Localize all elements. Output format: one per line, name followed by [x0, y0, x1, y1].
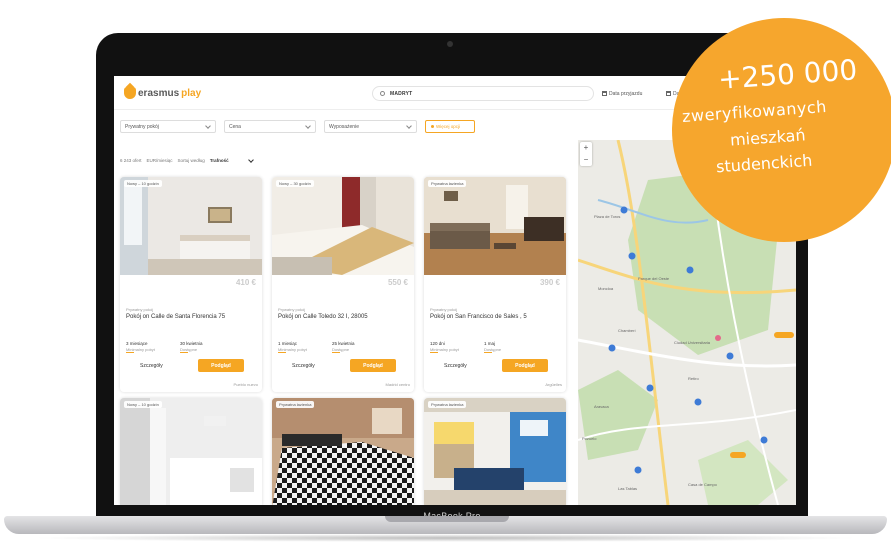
details-button[interactable]: Szczegóły	[292, 363, 315, 369]
results-count: 6 243 ofert	[120, 158, 142, 163]
room-type-select[interactable]: Prywatny pokój	[120, 120, 216, 133]
search-icon	[380, 91, 385, 96]
listing-photo[interactable]: Prywatna łazienka	[424, 177, 566, 275]
available-value: 1 maj	[484, 341, 496, 346]
listing-tag: Nowy – 30 godzin	[276, 180, 314, 187]
listing-card[interactable]: Prywatna łazienka	[272, 398, 414, 505]
map-label: Plaza de Toros	[594, 214, 620, 219]
listing-tag: Prywatna łazienka	[276, 401, 315, 408]
listing-tag: Prywatna łazienka	[428, 401, 467, 408]
more-filters-button[interactable]: Więcej opcji	[425, 120, 475, 133]
preview-button[interactable]: Podgląd	[502, 359, 548, 372]
min-stay-value: 3 miesiące	[126, 341, 148, 346]
listing-photo[interactable]: Prywatna łazienka	[272, 398, 414, 505]
map-label: Parque del Oeste	[638, 276, 670, 281]
listing-card[interactable]: Nowy – 30 godzin 550 € Prywatny pokój Po…	[272, 177, 414, 392]
listing-title[interactable]: Pokój on Calle de Santa Florencia 75	[126, 314, 256, 321]
listing-card[interactable]: Prywatna łazienka	[424, 398, 566, 505]
available-value: 30 kwietnia	[180, 341, 203, 346]
neighbourhood-label: Madrid centro	[385, 382, 410, 387]
logo-text-primary: erasmus	[138, 87, 180, 99]
map-label: Aravaca	[594, 404, 609, 409]
listing-photo[interactable]: Nowy – 30 godzin	[272, 177, 414, 275]
room-type-value: Prywatny pokój	[125, 123, 159, 130]
date-from-field[interactable]: Data przyjazdu	[602, 86, 642, 101]
laptop-shadow	[30, 534, 861, 542]
listing-tag: Nowy – 10 godzin	[124, 401, 162, 408]
promo-badge: +250 000 zweryfikowanych mieszkań studen…	[672, 18, 891, 242]
laptop-base	[4, 516, 887, 534]
map-label: Casa de Campo	[688, 482, 718, 487]
listing-price: 410 €	[235, 278, 256, 287]
logo[interactable]: erasmus play	[124, 87, 201, 99]
filter-icon	[431, 125, 434, 128]
badge-line-students: studenckich	[715, 150, 813, 177]
listing-photo[interactable]: Nowy – 10 godzin	[120, 177, 262, 275]
listing-card[interactable]: Prywatna łazienka 390 € Prywatny pokój P…	[424, 177, 566, 392]
min-stay-value: 1 miesiąc	[278, 341, 298, 346]
badge-line-verified: zweryfikowanych	[681, 96, 828, 127]
stat-underline	[332, 352, 340, 353]
stat-underline	[278, 352, 286, 353]
calendar-icon	[602, 91, 607, 96]
currency-toggle[interactable]: EUR/miesiąc	[147, 158, 173, 163]
listing-title[interactable]: Pokój on Calle Toledo 32 I, 28005	[278, 314, 408, 321]
listing-tag: Nowy – 10 godzin	[124, 180, 162, 187]
more-filters-label: Więcej opcji	[436, 124, 461, 129]
map-label: Ciudad Universitaria	[674, 340, 711, 345]
camera-icon	[447, 41, 453, 47]
sort-select[interactable]: Trafność	[210, 158, 229, 163]
details-button[interactable]: Szczegóły	[444, 363, 467, 369]
sort-label: Sortuj według	[177, 158, 205, 163]
stat-underline	[484, 352, 492, 353]
badge-count: +250 000	[717, 53, 859, 96]
search-value: MADRYT	[390, 90, 413, 97]
listing-type: Prywatny pokój	[278, 307, 306, 312]
neighbourhood-label: Pueblo nuevo	[233, 382, 258, 387]
badge-line-flats: mieszkań	[729, 125, 807, 150]
map-label: Chamberí	[618, 328, 636, 333]
listing-type: Prywatny pokój	[430, 307, 458, 312]
laptop-notch	[385, 516, 509, 522]
chevron-down-icon	[247, 156, 254, 163]
price-select[interactable]: Cena	[224, 120, 316, 133]
details-button[interactable]: Szczegóły	[140, 363, 163, 369]
date-from-label: Data przyjazdu	[609, 90, 643, 97]
map-label: Las Tablas	[618, 486, 637, 491]
chevron-down-icon	[305, 123, 311, 129]
price-value: Cena	[229, 123, 241, 130]
listing-title[interactable]: Pokój on San Francisco de Sales , 5	[430, 314, 560, 321]
stat-underline	[430, 352, 438, 353]
preview-button[interactable]: Podgląd	[350, 359, 396, 372]
stat-underline	[180, 352, 188, 353]
logo-house-icon	[124, 87, 136, 99]
map-zoom-controls[interactable]: + −	[580, 142, 592, 166]
logo-text-accent: play	[181, 87, 202, 99]
listing-type: Prywatny pokój	[126, 307, 154, 312]
chevron-down-icon	[205, 123, 211, 129]
amenities-select[interactable]: Wyposażenie	[324, 120, 417, 133]
amenities-value: Wyposażenie	[329, 123, 359, 130]
min-stay-value: 120 dni	[430, 341, 445, 346]
listing-card[interactable]: Nowy – 10 godzin	[120, 398, 262, 505]
listing-photo[interactable]: Prywatna łazienka	[424, 398, 566, 505]
calendar-icon	[666, 91, 671, 96]
listing-price: 390 €	[539, 278, 560, 287]
map-label: Pozuelo	[582, 436, 597, 441]
preview-button[interactable]: Podgląd	[198, 359, 244, 372]
search-input[interactable]: MADRYT	[372, 86, 594, 101]
listing-photo[interactable]: Nowy – 10 godzin	[120, 398, 262, 505]
map-label: Retiro	[688, 376, 699, 381]
chevron-down-icon	[406, 123, 412, 129]
neighbourhood-label: Argüelles	[545, 382, 562, 387]
available-value: 25 kwietnia	[332, 341, 355, 346]
stat-underline	[126, 352, 134, 353]
listing-card[interactable]: Nowy – 10 godzin 410 € Prywatny pokój Po…	[120, 177, 262, 392]
results-bar: 6 243 ofert EUR/miesiąc Sortuj według Tr…	[120, 156, 254, 163]
map-label: Moncloa	[598, 286, 614, 291]
listing-tag: Prywatna łazienka	[428, 180, 467, 187]
listing-price: 550 €	[387, 278, 408, 287]
